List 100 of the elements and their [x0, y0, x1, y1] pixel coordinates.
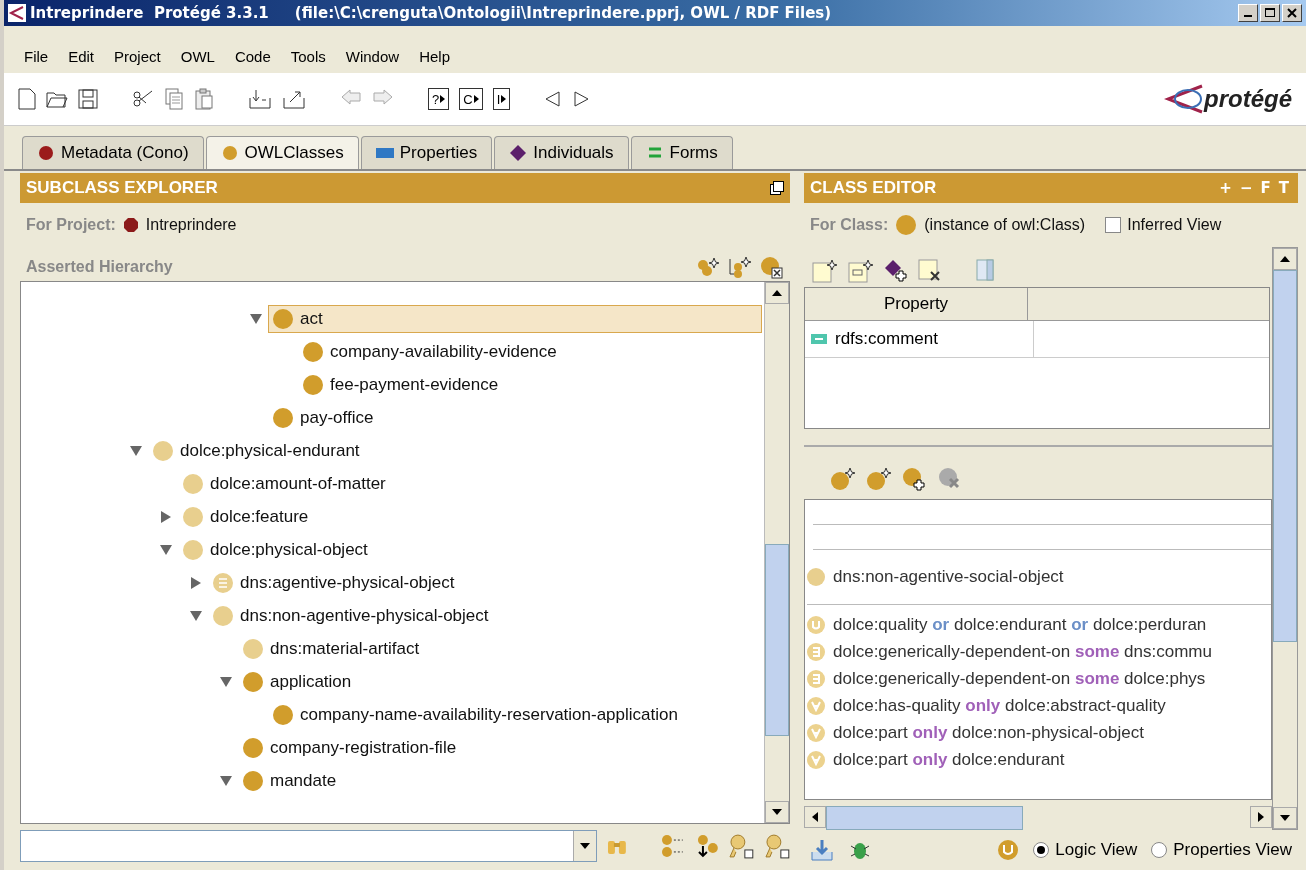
tab[interactable]: Properties — [360, 136, 493, 169]
scroll-up-icon[interactable] — [772, 290, 782, 296]
create-sibling-icon[interactable] — [728, 256, 752, 278]
cut-icon[interactable] — [132, 89, 154, 109]
close-icon — [1287, 8, 1297, 18]
view-radio[interactable]: Properties View — [1151, 840, 1292, 860]
add-diamond-icon[interactable] — [884, 259, 908, 283]
menu-item[interactable]: Project — [104, 46, 171, 67]
menu-item[interactable]: Help — [409, 46, 460, 67]
remove-note-icon[interactable] — [918, 259, 942, 283]
checkbox-label: Inferred View — [1127, 216, 1222, 234]
menu-item[interactable]: File — [14, 46, 59, 67]
new-file-icon[interactable] — [18, 88, 36, 110]
add-superclass-icon[interactable] — [830, 467, 856, 491]
down-triangle-icon[interactable] — [220, 775, 232, 786]
maximize-icon — [1265, 8, 1275, 18]
view-radio[interactable]: Logic View — [1033, 840, 1138, 860]
tree-item[interactable]: dns:material-artifact — [238, 634, 425, 663]
down-triangle-icon[interactable] — [190, 610, 202, 621]
new-note-icon[interactable] — [812, 259, 838, 283]
tree-item[interactable]: dolce:physical-object — [178, 535, 373, 564]
panel-title: CLASS EDITOR — [810, 178, 937, 198]
maximize-button[interactable] — [1260, 4, 1280, 22]
new-note-icon[interactable] — [848, 259, 874, 283]
create-subclass-icon[interactable] — [696, 256, 720, 278]
condition-text: dolce:part only dolce:endurant — [833, 749, 1065, 770]
query-button[interactable]: ? — [428, 88, 450, 110]
play-triangle-icon — [440, 95, 446, 103]
scroll-down-icon[interactable] — [772, 809, 782, 815]
tab[interactable]: Forms — [630, 136, 733, 169]
scroll-right-icon[interactable] — [1258, 812, 1264, 822]
scroll-left-icon[interactable] — [812, 812, 818, 822]
down-triangle-icon[interactable] — [220, 676, 232, 687]
tree-item[interactable]: company-name-availability-reservation-application — [268, 700, 683, 729]
table-cell: rdfs:comment — [805, 321, 1034, 357]
scroll-up-icon[interactable] — [1280, 256, 1290, 262]
tree-item[interactable]: dolce:amount-of-matter — [178, 469, 391, 498]
query-button[interactable]: C — [459, 88, 483, 110]
back-icon[interactable] — [544, 90, 563, 108]
condition-text: dolce:quality or dolce:endurant or dolce:perduran — [833, 614, 1207, 635]
tab[interactable]: OWLClasses — [205, 136, 359, 169]
tree-item[interactable]: dns:agentive-physical-object — [208, 568, 460, 597]
open-folder-icon[interactable] — [46, 89, 68, 109]
property-icon — [811, 334, 827, 344]
vertical-scrollbar[interactable] — [764, 282, 789, 823]
paste-icon[interactable] — [194, 88, 214, 110]
menu-item[interactable]: Code — [224, 46, 281, 67]
menu-item[interactable]: Tools — [280, 46, 336, 67]
close-button[interactable] — [1282, 4, 1302, 22]
down-triangle-icon[interactable] — [130, 445, 142, 456]
horizontal-scrollbar[interactable] — [804, 806, 1272, 830]
query-button[interactable]: I — [492, 88, 511, 110]
tree-item[interactable]: act — [268, 304, 762, 333]
add-restriction-icon[interactable] — [866, 467, 892, 491]
class-type: (instance of owl:Class) — [924, 216, 1086, 234]
tree-item[interactable]: mandate — [238, 766, 342, 795]
tree-item[interactable]: dns:non-agentive-physical-object — [208, 601, 494, 630]
condition-text: dolce:generically-dependent-on some dolce:phys — [833, 668, 1206, 689]
tab[interactable]: Individuals — [494, 136, 629, 169]
project-label: For Project: — [26, 216, 116, 234]
condition-text: dolce:generically-dependent-on some dns:commu — [833, 641, 1212, 662]
tree-item[interactable]: dolce:physical-endurant — [148, 436, 365, 465]
tree-item[interactable]: company-availability-evidence — [298, 337, 562, 366]
export-icon[interactable] — [282, 88, 306, 110]
download-icon[interactable] — [810, 838, 834, 862]
checkbox[interactable] — [1105, 217, 1122, 233]
tree-item[interactable]: application — [238, 667, 357, 696]
down-triangle-icon[interactable] — [250, 313, 262, 324]
key-icon[interactable] — [728, 833, 755, 859]
right-triangle-icon[interactable] — [161, 510, 171, 523]
tree-item[interactable]: company-registration-file — [238, 733, 462, 762]
condition-text: dolce:has-quality only dolce:abstract-quality — [833, 695, 1166, 716]
project-icon — [123, 218, 138, 232]
logo-icon — [1164, 82, 1204, 116]
minimize-button[interactable] — [1238, 4, 1258, 22]
menu-item[interactable]: OWL — [170, 46, 225, 67]
vertical-scrollbar[interactable] — [1272, 247, 1298, 830]
hierarchy-label: Asserted Hierarchy — [26, 258, 173, 276]
window-icon[interactable] — [770, 181, 784, 195]
class-icon — [896, 215, 917, 235]
tab[interactable]: Metadata (Cono) — [22, 136, 204, 169]
class-label: For Class: — [810, 216, 889, 234]
scroll-down-icon[interactable] — [1280, 815, 1290, 821]
dropdown-arrow-icon[interactable] — [580, 843, 591, 849]
tree-item[interactable]: fee-payment-evidence — [298, 370, 504, 399]
key-icon[interactable] — [764, 833, 790, 859]
menu-item[interactable]: Window — [335, 46, 410, 67]
tree-item[interactable]: pay-office — [268, 403, 379, 432]
delete-class-icon[interactable] — [760, 255, 784, 279]
tree-item[interactable]: dolce:feature — [178, 502, 314, 531]
menu-item[interactable]: Edit — [58, 46, 105, 67]
import-icon[interactable] — [248, 88, 272, 110]
logo-text: protégé — [1204, 85, 1292, 113]
save-icon[interactable] — [78, 89, 98, 109]
add-class-icon[interactable] — [902, 467, 928, 491]
down-triangle-icon[interactable] — [160, 544, 172, 555]
copy-icon[interactable] — [164, 88, 184, 110]
right-triangle-icon[interactable] — [191, 576, 201, 589]
play-triangle-icon — [501, 95, 507, 103]
forward-icon[interactable] — [572, 90, 591, 108]
